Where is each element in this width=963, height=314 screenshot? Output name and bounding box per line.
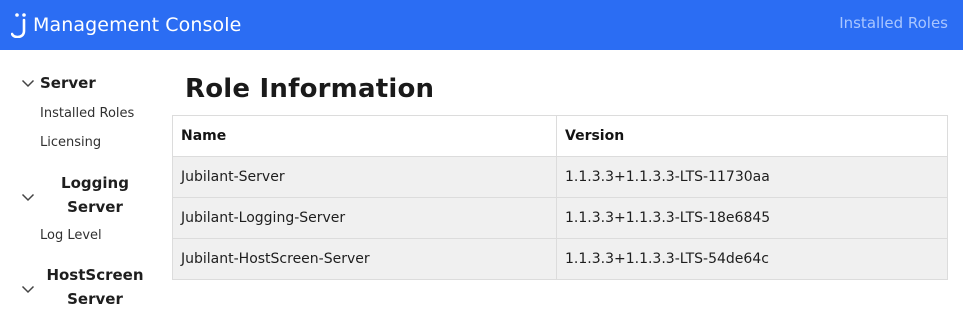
current-page-label: Installed Roles [839, 14, 948, 32]
table-row: Jubilant-HostScreen-Server 1.1.3.3+1.1.3… [172, 238, 948, 280]
sidebar-group-label: Server [67, 198, 123, 216]
sidebar-group-label: Server [67, 290, 123, 308]
table-row: Jubilant-Logging-Server 1.1.3.3+1.1.3.3-… [172, 197, 948, 239]
role-version-cell: 1.1.3.3+1.1.3.3-LTS-18e6845 [556, 197, 948, 239]
sidebar-item-licensing[interactable]: Licensing [40, 135, 101, 150]
role-name-cell: Jubilant-Logging-Server [172, 197, 557, 239]
app-logo-icon [11, 13, 26, 38]
page-title: Role Information [185, 74, 435, 104]
chevron-down-icon [21, 79, 35, 88]
sidebar-item-installed-roles[interactable]: Installed Roles [40, 106, 134, 121]
chevron-down-icon [21, 193, 35, 202]
role-version-cell: 1.1.3.3+1.1.3.3-LTS-11730aa [556, 156, 948, 198]
chevron-down-icon [21, 285, 35, 294]
column-header-version: Version [556, 115, 948, 157]
brand[interactable]: Management Console [11, 12, 241, 38]
column-header-name: Name [172, 115, 557, 157]
sidebar-group-label: Server [40, 74, 96, 92]
sidebar-item-log-level[interactable]: Log Level [40, 228, 102, 243]
table-row: Jubilant-Server 1.1.3.3+1.1.3.3-LTS-1173… [172, 156, 948, 198]
app-title: Management Console [33, 14, 242, 36]
sidebar-group-logging-server[interactable]: Logging Server [0, 171, 150, 219]
role-name-cell: Jubilant-Server [172, 156, 557, 198]
table-header-row: Name Version [172, 115, 948, 157]
sidebar-group-label: HostScreen [46, 266, 144, 284]
sidebar: Server Installed Roles Licensing Logging… [0, 50, 170, 314]
top-app-bar: Management Console Installed Roles [0, 0, 963, 50]
role-information-table: Name Version Jubilant-Server 1.1.3.3+1.1… [172, 115, 948, 280]
sidebar-group-server[interactable]: Server [0, 74, 96, 92]
role-version-cell: 1.1.3.3+1.1.3.3-LTS-54de64c [556, 238, 948, 280]
role-name-cell: Jubilant-HostScreen-Server [172, 238, 557, 280]
sidebar-group-label: Logging [61, 174, 129, 192]
sidebar-group-hostscreen-server[interactable]: HostScreen Server [0, 263, 150, 311]
